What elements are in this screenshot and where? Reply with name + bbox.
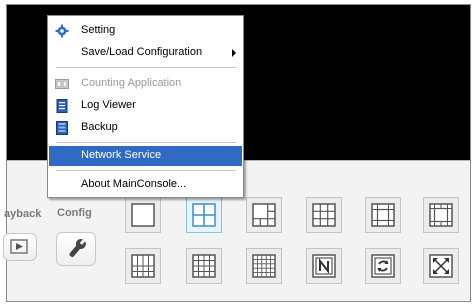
layout-16a-button[interactable] bbox=[125, 248, 161, 284]
layout-1-icon bbox=[131, 203, 155, 227]
backup-icon bbox=[56, 121, 68, 135]
n-mode-button[interactable] bbox=[306, 248, 342, 284]
menu-item-counting-label: Counting Application bbox=[81, 77, 182, 89]
layout-1-button[interactable] bbox=[125, 197, 161, 233]
layout-13-icon bbox=[429, 203, 453, 227]
layout-16b-button[interactable] bbox=[186, 248, 222, 284]
layout-9-icon bbox=[312, 203, 336, 227]
layout-8-icon bbox=[371, 203, 395, 227]
layout-4-button[interactable] bbox=[186, 197, 222, 233]
menu-item-about-label: About MainConsole... bbox=[81, 178, 187, 190]
sequence-button[interactable] bbox=[365, 248, 401, 284]
layout-25-icon bbox=[252, 254, 276, 278]
log-icon bbox=[56, 99, 68, 113]
menu-separator bbox=[56, 142, 236, 143]
menu-item-setting-label: Setting bbox=[81, 24, 116, 36]
menu-item-save-load-configuration[interactable]: Save/Load Configuration bbox=[49, 43, 242, 63]
playback-label: ayback bbox=[4, 208, 42, 220]
gear-icon bbox=[55, 24, 69, 38]
menu-item-backup-label: Backup bbox=[81, 121, 118, 133]
menu-item-setting[interactable]: Setting bbox=[49, 21, 242, 41]
menu-separator bbox=[56, 67, 236, 68]
layout-16b-icon bbox=[192, 254, 216, 278]
layout-8-button[interactable] bbox=[365, 197, 401, 233]
layout-13-button[interactable] bbox=[423, 197, 459, 233]
layout-9-button[interactable] bbox=[306, 197, 342, 233]
play-icon bbox=[10, 239, 28, 254]
menu-separator bbox=[56, 170, 236, 171]
fullscreen-icon bbox=[429, 254, 453, 278]
menu-item-about[interactable]: About MainConsole... bbox=[49, 175, 242, 195]
menu-item-log-viewer[interactable]: Log Viewer bbox=[49, 96, 242, 116]
fullscreen-button[interactable] bbox=[423, 248, 459, 284]
menu-item-save-load-label: Save/Load Configuration bbox=[81, 46, 203, 58]
layout-16a-icon bbox=[131, 254, 155, 278]
layout-6-button[interactable] bbox=[246, 197, 282, 233]
layout-4-icon bbox=[192, 203, 216, 227]
submenu-arrow-icon bbox=[232, 49, 236, 57]
config-button[interactable] bbox=[56, 232, 96, 266]
menu-item-counting-application[interactable]: Counting Application bbox=[49, 74, 242, 94]
counter-icon bbox=[55, 79, 69, 89]
menu-item-network-service[interactable]: Network Service bbox=[49, 146, 242, 166]
playback-button[interactable] bbox=[3, 233, 37, 261]
layout-25-button[interactable] bbox=[246, 248, 282, 284]
context-menu: Setting Save/Load Configuration Counting… bbox=[47, 15, 244, 198]
menu-item-network-service-label: Network Service bbox=[81, 149, 162, 161]
menu-item-backup[interactable]: Backup bbox=[49, 118, 242, 138]
n-icon bbox=[312, 254, 336, 278]
menu-item-log-viewer-label: Log Viewer bbox=[81, 99, 136, 111]
sequence-icon bbox=[371, 254, 395, 278]
layout-6-icon bbox=[252, 203, 276, 227]
wrench-icon bbox=[69, 238, 86, 258]
config-label: Config bbox=[57, 207, 92, 219]
